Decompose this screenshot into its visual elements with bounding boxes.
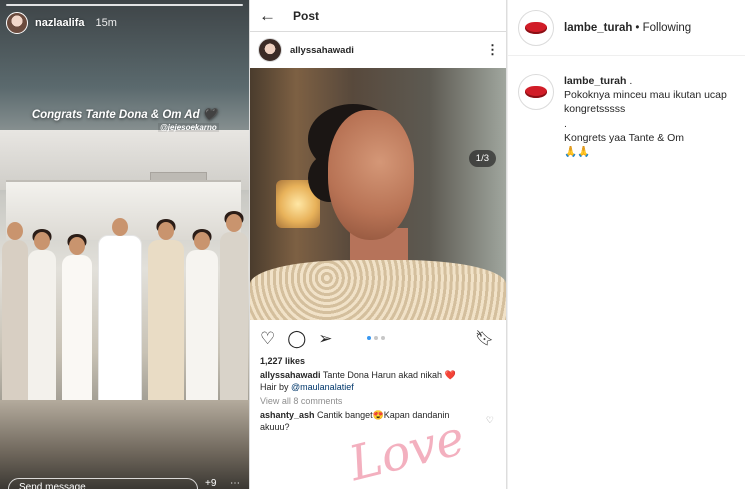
- side-comment-text: lambe_turah . Pokoknya minceu mau ikutan…: [564, 75, 727, 158]
- avatar[interactable]: [6, 12, 28, 34]
- side-comment: lambe_turah . Pokoknya minceu mau ikutan…: [518, 74, 727, 159]
- person-figure: [220, 211, 248, 420]
- story-header: nazlaalifa 15m: [6, 12, 117, 34]
- person-figure: [28, 229, 56, 420]
- caption-username[interactable]: allyssahawadi: [260, 370, 321, 380]
- side-comment-username[interactable]: lambe_turah: [564, 75, 626, 87]
- side-header: lambe_turah • Following: [507, 0, 745, 56]
- caption-line2: Hair by: [260, 382, 289, 393]
- heart-icon: 🖤: [202, 109, 218, 121]
- carousel-counter: 1/3: [468, 150, 496, 167]
- comment-icon[interactable]: ◯: [287, 330, 306, 347]
- carousel-dots: [367, 336, 385, 340]
- photo-lace-dress: [250, 260, 506, 320]
- story-photo-people: [0, 200, 249, 420]
- caption-mention[interactable]: @maulanalatief: [291, 382, 354, 392]
- bookmark-icon[interactable]: 🔖︎: [475, 329, 494, 347]
- carousel-dot-active: [367, 336, 371, 340]
- story-progress-bar: [6, 4, 243, 6]
- post-username[interactable]: allyssahawadi: [290, 45, 486, 56]
- back-arrow-icon[interactable]: ←: [259, 6, 281, 26]
- lips-logo-icon[interactable]: [518, 9, 554, 46]
- photo-face: [328, 110, 414, 240]
- person-figure: [186, 229, 218, 420]
- carousel-dot: [381, 336, 385, 340]
- post-topbar: ← Post: [250, 0, 506, 32]
- post-header: allyssahawadi ⋮: [250, 32, 506, 68]
- screenshot-collage: nazlaalifa 15m Congrats Tante Dona & Om …: [0, 0, 745, 489]
- post-caption: allyssahawadi Tante Dona Harun akad nika…: [250, 366, 506, 393]
- person-figure: [2, 222, 28, 420]
- following-status[interactable]: • Following: [635, 22, 691, 34]
- more-options-icon[interactable]: ⋮: [486, 42, 499, 58]
- like-heart-icon[interactable]: ♡: [260, 330, 275, 347]
- avatar[interactable]: [258, 38, 282, 62]
- page-title: Post: [293, 8, 320, 23]
- story-reply-count: +9: [205, 478, 217, 489]
- post-panel: ← Post allyssahawadi ⋮ 1/3 ♡ ◯ ➢ 🔖︎ 1,22…: [249, 0, 507, 489]
- person-figure: [98, 218, 142, 420]
- story-mention-tag[interactable]: @jejesoekarno: [158, 123, 219, 132]
- more-icon[interactable]: ⋯: [230, 478, 240, 489]
- story-congrats-text: Congrats Tante Dona & Om Ad 🖤: [31, 109, 218, 121]
- story-username[interactable]: nazlaalifa: [35, 17, 85, 29]
- likes-count[interactable]: 1,227 likes: [250, 356, 506, 366]
- post-actions: ♡ ◯ ➢ 🔖︎: [250, 320, 506, 356]
- share-icon[interactable]: ➢: [318, 330, 332, 347]
- person-figure: [148, 219, 184, 420]
- side-username[interactable]: lambe_turah: [564, 22, 632, 34]
- side-panel: lambe_turah • Following lambe_turah . Po…: [507, 0, 745, 489]
- story-reply-input[interactable]: Send message: [8, 478, 198, 489]
- divider: [507, 0, 508, 489]
- story-time: 15m: [95, 17, 117, 29]
- lips-logo-icon[interactable]: [518, 74, 554, 110]
- view-all-comments-link[interactable]: View all 8 comments: [250, 393, 506, 406]
- person-figure: [62, 234, 92, 420]
- post-photo[interactable]: 1/3: [250, 68, 506, 320]
- comment-username[interactable]: ashanty_ash: [260, 410, 315, 420]
- story-panel: nazlaalifa 15m Congrats Tante Dona & Om …: [0, 0, 249, 489]
- story-photo-floor: [0, 400, 249, 489]
- carousel-dot: [374, 336, 378, 340]
- caption-text: Tante Dona Harun akad nikah ❤️: [322, 370, 456, 380]
